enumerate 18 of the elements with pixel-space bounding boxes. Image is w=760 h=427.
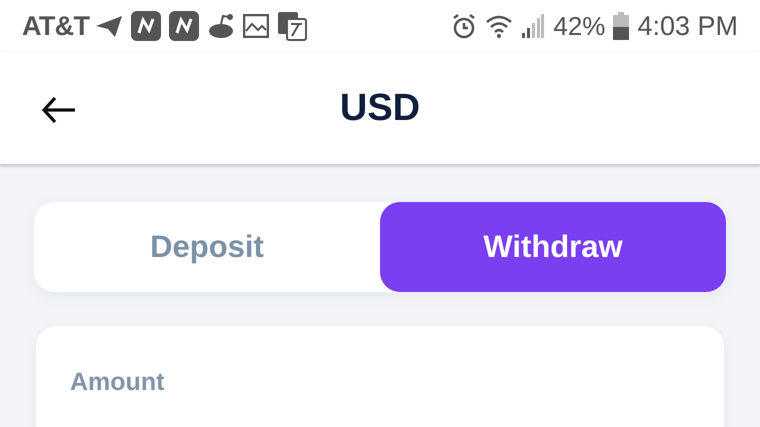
app-icon [169,11,200,41]
signal-icon [521,13,546,39]
carrier-text: AT&T [22,10,90,43]
wifi-icon [485,14,514,38]
image-icon [243,14,270,38]
alien-icon [207,13,236,39]
tab[interactable]: Withdraw [380,202,726,292]
clock-text: 4:03 PM [637,10,738,43]
battery-percent-text: 42% [553,10,606,42]
app-icon [131,11,162,41]
alarm-clock-icon [451,13,478,39]
battery-icon [613,12,630,40]
tab[interactable]: Deposit [34,202,380,292]
paper-plane-icon [95,14,124,38]
back-arrow-icon [41,96,77,124]
translate-icon [277,11,308,41]
amount-label: Amount [70,368,164,396]
page-title: USD [340,86,420,130]
